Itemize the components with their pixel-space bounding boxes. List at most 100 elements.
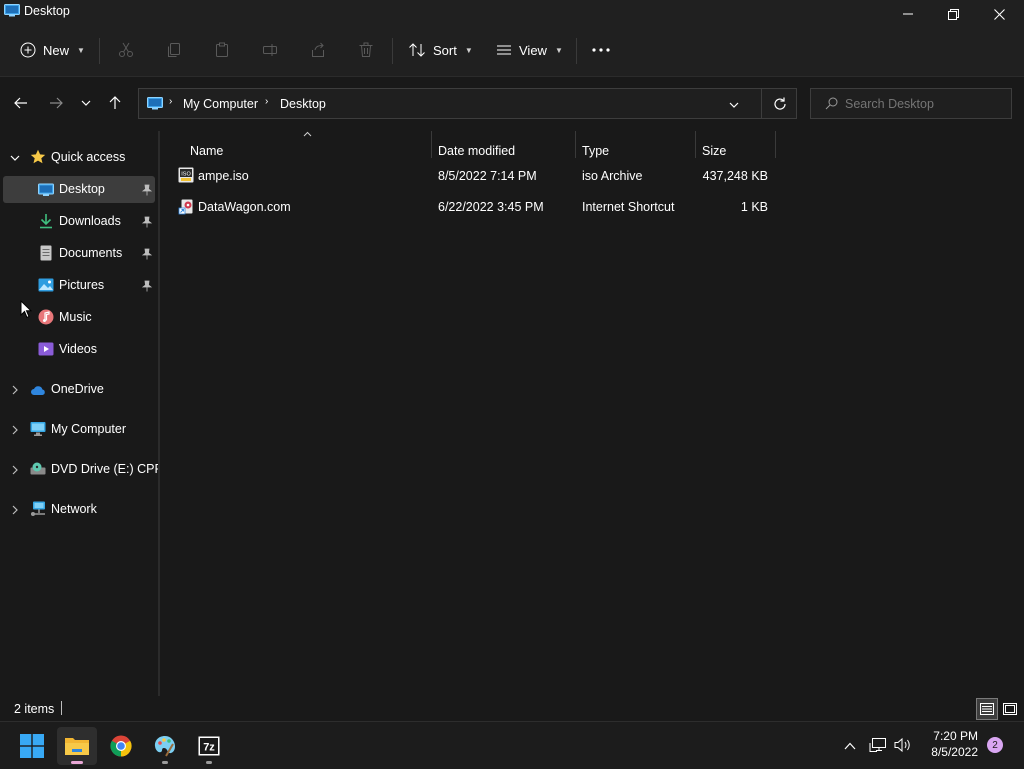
sidebar-item-downloads[interactable]: Downloads (3, 208, 155, 235)
recent-locations-button[interactable] (73, 89, 99, 117)
column-divider[interactable] (695, 131, 696, 158)
running-indicator (206, 761, 212, 764)
back-button[interactable] (8, 89, 34, 117)
monitor-icon (30, 422, 46, 436)
column-header-size[interactable]: Size (702, 144, 774, 160)
breadcrumb-desktop[interactable]: Desktop (280, 97, 326, 111)
sidebar-item-onedrive[interactable]: OneDrive (3, 376, 155, 403)
network-status-button[interactable] (867, 735, 889, 755)
download-arrow-icon (40, 214, 52, 229)
clipboard-icon (216, 42, 228, 57)
restore-icon (947, 8, 959, 20)
navigation-row: › My Computer › Desktop (0, 77, 1024, 131)
breadcrumb-my-computer[interactable]: My Computer (183, 97, 258, 111)
column-header-date[interactable]: Date modified (438, 144, 574, 160)
rename-icon (263, 44, 277, 56)
column-header-label: Date modified (438, 144, 516, 158)
iso-file-icon: ISO (178, 167, 194, 183)
details-view-icon (980, 703, 994, 715)
search-box[interactable] (810, 88, 1012, 119)
column-header-label: Type (582, 144, 610, 158)
taskbar-chrome[interactable] (101, 727, 141, 765)
address-history-button[interactable] (729, 97, 745, 111)
shortcut-file-icon (178, 199, 193, 215)
plus-circle-icon (20, 42, 36, 58)
sidebar-item-network[interactable]: Network (3, 496, 155, 523)
clock[interactable]: 7:20 PM 8/5/2022 (920, 726, 986, 764)
share-button[interactable] (302, 34, 334, 66)
up-button[interactable] (102, 89, 128, 117)
sidebar-item-pictures[interactable]: Pictures (3, 272, 155, 299)
column-divider[interactable] (775, 131, 776, 158)
taskbar-7zip[interactable]: 7z (189, 727, 229, 765)
sidebar-item-dvd-drive[interactable]: DVD Drive (E:) CPRA (3, 456, 158, 483)
minimize-button[interactable] (885, 0, 931, 28)
title-bar: Desktop (0, 0, 1024, 28)
sidebar-item-label: Videos (59, 342, 97, 356)
active-indicator (71, 761, 83, 764)
column-header-name[interactable]: Name (190, 144, 430, 160)
column-divider[interactable] (575, 131, 576, 158)
scissors-icon (119, 42, 133, 57)
chevron-down-icon (10, 155, 20, 161)
sidebar-item-desktop[interactable]: Desktop (3, 176, 155, 203)
notification-badge[interactable]: 2 (987, 737, 1003, 753)
windows-logo-icon (20, 734, 44, 758)
navigation-pane: Quick access Desktop Downloads Documents… (0, 131, 158, 694)
sidebar-item-quick-access[interactable]: Quick access (3, 144, 155, 171)
column-header-type[interactable]: Type (582, 144, 694, 160)
new-button[interactable]: New ▼ (20, 34, 85, 66)
chevron-right-icon (12, 465, 18, 475)
column-header-label: Name (190, 144, 224, 158)
sidebar-item-label: OneDrive (51, 382, 104, 396)
start-button[interactable] (12, 727, 52, 765)
chevron-down-icon: ▼ (77, 45, 85, 55)
sidebar-item-label: Downloads (59, 214, 121, 228)
table-row[interactable]: ISO ampe.iso 8/5/2022 7:14 PM iso Archiv… (174, 162, 776, 190)
sidebar-item-videos[interactable]: Videos (3, 336, 155, 363)
more-options-button[interactable] (585, 34, 617, 66)
details-view-button[interactable] (976, 698, 998, 720)
sidebar-item-label: Network (51, 502, 97, 516)
sidebar-item-my-computer[interactable]: My Computer (3, 416, 155, 443)
sort-button[interactable]: Sort ▼ (408, 34, 473, 66)
restore-button[interactable] (930, 0, 976, 28)
rename-button[interactable] (254, 34, 286, 66)
running-indicator (162, 761, 168, 764)
svg-text:7z: 7z (203, 742, 215, 754)
arrow-left-icon (14, 97, 27, 109)
refresh-button[interactable] (761, 89, 798, 118)
7zip-icon: 7z (198, 736, 220, 756)
cloud-icon (31, 386, 45, 395)
clock-date: 8/5/2022 (931, 745, 978, 759)
show-hidden-icons-button[interactable] (840, 736, 860, 756)
desktop-folder-icon (4, 4, 20, 17)
close-button[interactable] (976, 0, 1022, 28)
column-divider[interactable] (431, 131, 432, 158)
tiles-view-button[interactable] (999, 698, 1021, 720)
refresh-icon (774, 97, 786, 110)
sidebar-item-documents[interactable]: Documents (3, 240, 155, 267)
cut-button[interactable] (110, 34, 142, 66)
volume-button[interactable] (892, 735, 914, 755)
file-date: 6/22/2022 3:45 PM (438, 200, 544, 214)
pin-icon (141, 280, 153, 292)
delete-button[interactable] (350, 34, 382, 66)
toolbar-divider (392, 38, 393, 64)
taskbar-file-explorer[interactable] (57, 727, 97, 765)
search-input[interactable] (843, 93, 1007, 115)
paste-button[interactable] (206, 34, 238, 66)
address-bar[interactable]: › My Computer › Desktop (138, 88, 797, 119)
sidebar-item-label: Desktop (59, 182, 105, 196)
ethernet-icon (869, 738, 886, 752)
copy-button[interactable] (158, 34, 190, 66)
table-row[interactable]: DataWagon.com 6/22/2022 3:45 PM Internet… (174, 193, 776, 221)
sort-ascending-icon (303, 131, 312, 137)
taskbar-paint[interactable] (145, 727, 185, 765)
new-label: New (43, 42, 70, 58)
file-size: 437,248 KB (702, 169, 768, 183)
forward-button[interactable] (43, 89, 69, 117)
sidebar-item-label: Documents (59, 246, 123, 260)
view-button[interactable]: View ▼ (496, 34, 563, 66)
sidebar-item-label: DVD Drive (E:) CPRA (51, 462, 158, 476)
